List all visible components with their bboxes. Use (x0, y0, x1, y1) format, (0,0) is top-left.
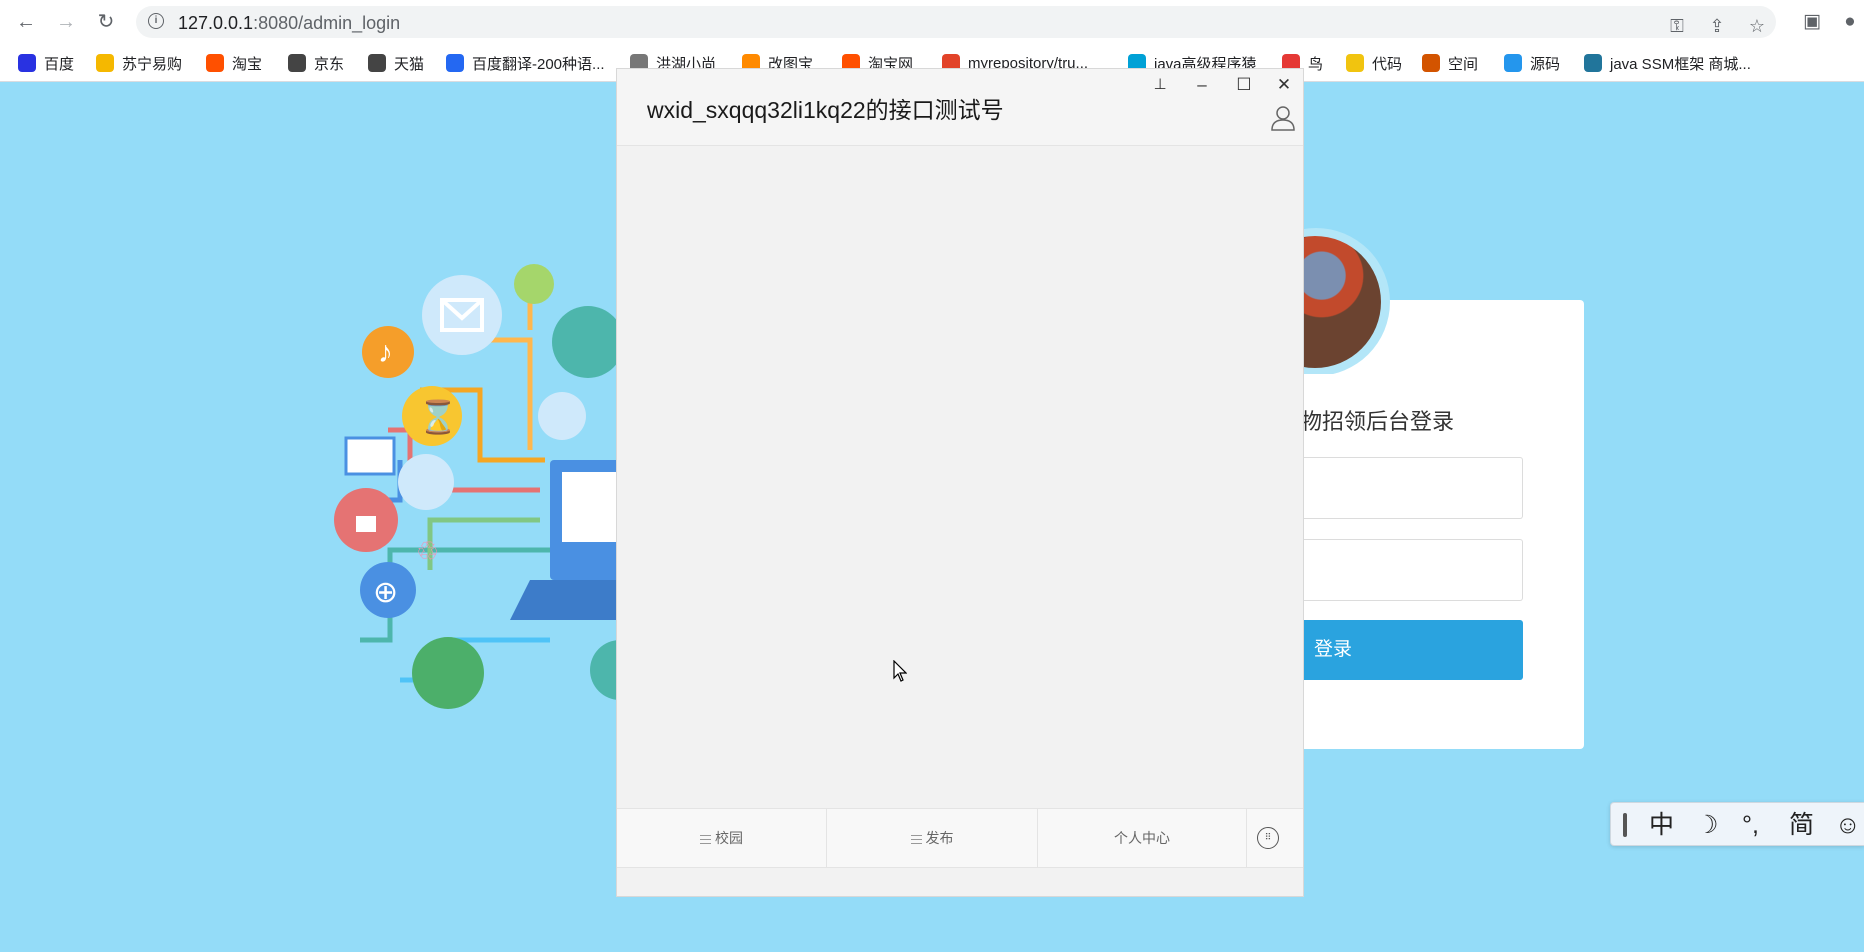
wechat-test-window: wxid_sxqqq32li1kq22的接口测试号 ⊥ – ☐ ✕ 校园 发布 … (616, 68, 1304, 897)
bookmark-label: 天猫 (394, 55, 425, 73)
bookmark-label: 京东 (314, 55, 345, 73)
bookmark-item[interactable]: 源码 (1504, 53, 1560, 73)
bookmark-item[interactable]: 百度翻译-200种语... (446, 53, 605, 73)
side-panel-icon[interactable]: ▣ (1800, 10, 1824, 34)
docker-icon (1504, 54, 1522, 72)
close-icon[interactable]: ✕ (1271, 73, 1297, 97)
password-input[interactable] (1290, 539, 1523, 601)
login-button[interactable]: 登录 (1290, 620, 1523, 680)
login-title: 物招领后台登录 (1300, 409, 1455, 434)
bookmark-item[interactable]: 苏宁易购 (96, 53, 182, 73)
profile-icon[interactable]: ● (1838, 10, 1862, 34)
address-bar[interactable]: i 127.0.0.1:8080/admin_login ⚿ ⇪ ☆ (136, 6, 1776, 38)
bookmark-item[interactable]: 天猫 (368, 53, 424, 73)
menu-tab-campus[interactable]: 校园 (617, 809, 827, 867)
ime-simplified-mode[interactable]: 简 (1789, 809, 1814, 841)
bookmark-label: 百度翻译-200种语... (472, 55, 605, 73)
bookmark-icon (1422, 54, 1440, 72)
bookmark-star-icon[interactable]: ☆ (1746, 15, 1768, 37)
user-profile-icon[interactable] (1271, 105, 1295, 131)
network-illustration-svg: ♪ ⌛ ♲ ⊕ (334, 264, 650, 709)
globe-icon (288, 54, 306, 72)
chat-menu-bar: 校园 发布 个人中心 ⠿ (617, 808, 1303, 868)
suning-icon (96, 54, 114, 72)
pin-icon[interactable]: ⊥ (1147, 73, 1173, 97)
svg-text:♪: ♪ (378, 336, 393, 369)
ime-chinese-mode[interactable]: 中 (1649, 809, 1674, 841)
bookmark-item[interactable]: 百度 (18, 53, 74, 73)
translate-icon (446, 54, 464, 72)
chat-header: wxid_sxqqq32li1kq22的接口测试号 ⊥ – ☐ ✕ (617, 69, 1303, 146)
ime-drag-handle[interactable] (1623, 813, 1627, 837)
bookmark-label: 苏宁易购 (122, 55, 183, 73)
back-arrow-icon[interactable]: ← (14, 10, 38, 34)
bookmark-item[interactable]: 代码 (1346, 53, 1402, 73)
baidu-paw-icon (18, 54, 36, 72)
taobao-icon (206, 54, 224, 72)
mail-node (422, 275, 502, 355)
maximize-icon[interactable]: ☐ (1231, 73, 1257, 97)
ime-emoji-icon[interactable]: ☺ (1835, 809, 1861, 841)
svg-text:⌛: ⌛ (418, 399, 458, 435)
bookmark-label: 淘宝 (232, 55, 263, 73)
username-input[interactable] (1290, 457, 1523, 519)
menu-list-icon (910, 835, 922, 844)
browser-toolbar: ← → ↻ i 127.0.0.1:8080/admin_login ⚿ ⇪ ☆… (0, 0, 1864, 44)
login-button-label: 登录 (1314, 639, 1353, 660)
chat-body (617, 146, 1303, 808)
bookmark-item[interactable]: java SSM框架 商城... (1584, 53, 1751, 73)
bookmark-label: 鸟 (1308, 55, 1324, 73)
power-node (514, 264, 554, 304)
chat-footer (617, 868, 1303, 896)
network-illustration: ♪ ⌛ ♲ ⊕ (330, 260, 650, 720)
site-info-icon[interactable]: i (148, 13, 164, 29)
menu-tab-profile-label: 个人中心 (1114, 830, 1170, 846)
bookmark-label: 源码 (1530, 55, 1561, 73)
bookmark-label: java SSM框架 商城... (1610, 55, 1751, 73)
menu-tab-profile[interactable]: 个人中心 (1038, 809, 1247, 867)
bookmark-item[interactable]: 淘宝 (206, 53, 262, 73)
keyboard-icon[interactable]: ⠿ (1257, 827, 1279, 849)
bookmark-label: 代码 (1372, 55, 1403, 73)
svg-text:♲: ♲ (416, 536, 439, 566)
bookmark-item[interactable]: 空间 (1422, 53, 1478, 73)
bookmark-label: 空间 (1448, 55, 1479, 73)
ime-punctuation-icon[interactable]: °, (1742, 809, 1759, 841)
minimize-icon[interactable]: – (1189, 73, 1215, 97)
bookmark-item[interactable]: 京东 (288, 53, 344, 73)
menu-tab-publish-label: 发布 (925, 830, 954, 846)
reload-icon[interactable]: ↻ (94, 10, 118, 34)
monitor-node (344, 436, 396, 476)
share-icon[interactable]: ⇪ (1706, 15, 1728, 37)
chat-title: wxid_sxqqq32li1kq22的接口测试号 (647, 97, 1004, 123)
menu-list-icon (700, 835, 711, 844)
key-icon[interactable]: ⚿ (1666, 15, 1688, 37)
menu-tab-publish[interactable]: 发布 (827, 809, 1038, 867)
svg-text:⊕: ⊕ (373, 576, 398, 609)
headset-node (398, 454, 454, 510)
camera-node (552, 306, 624, 378)
ime-toolbar: 中 ☽ °, 简 ☺ (1610, 802, 1864, 846)
menu-tab-campus-label: 校园 (715, 830, 743, 846)
forward-arrow-icon[interactable]: → (54, 10, 78, 34)
mouse-cursor-icon (893, 660, 907, 682)
wifi-node (538, 392, 586, 440)
wifi-monitor-node (412, 637, 484, 709)
address-url[interactable]: 127.0.0.1:8080/admin_login (178, 13, 400, 34)
wordpress-icon (1584, 54, 1602, 72)
ime-halfwidth-icon[interactable]: ☽ (1696, 809, 1718, 841)
globe-icon (368, 54, 386, 72)
bookmark-label: 百度 (44, 55, 75, 73)
bookmark-icon (1346, 54, 1364, 72)
